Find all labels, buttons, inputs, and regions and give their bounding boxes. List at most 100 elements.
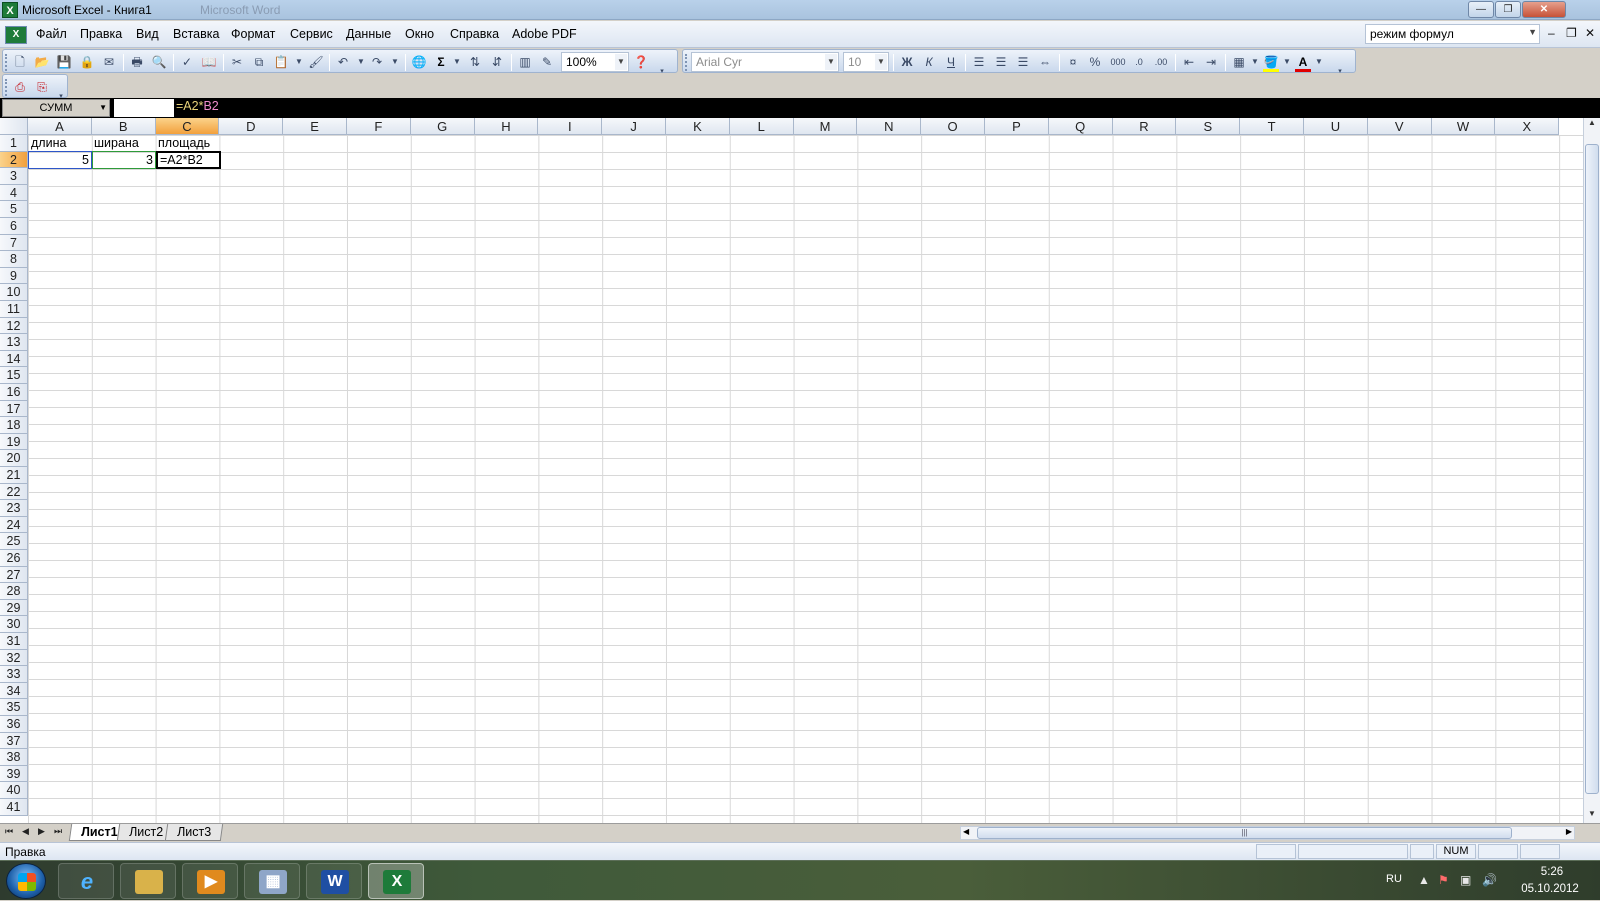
email-icon[interactable]: ✉ [101,54,117,70]
menu-file[interactable]: Файл [36,27,67,41]
scroll-right-icon[interactable]: ▶ [1566,827,1572,836]
merge-center-icon[interactable]: ⇔ [1037,54,1053,70]
last-sheet-icon[interactable]: ⏭ [54,826,62,837]
row-header-18[interactable]: 18 [0,417,28,434]
row-header-8[interactable]: 8 [0,251,28,268]
copy-icon[interactable]: ⧉ [251,54,267,70]
row-header-15[interactable]: 15 [0,367,28,384]
align-left-icon[interactable]: ☰ [971,54,987,70]
column-header-q[interactable]: Q [1048,118,1113,135]
language-indicator[interactable]: RU [1386,873,1402,885]
chevron-down-icon[interactable]: ▼ [1311,54,1327,70]
row-header-22[interactable]: 22 [0,483,28,501]
format-painter-icon[interactable]: 🖌 [308,54,324,70]
clock-date[interactable]: 05.10.2012 [1515,883,1585,895]
row-header-19[interactable]: 19 [0,433,28,451]
row-header-40[interactable]: 40 [0,782,28,799]
column-header-t[interactable]: T [1240,118,1304,135]
cell-c1[interactable]: площадь [156,135,220,152]
column-header-w[interactable]: W [1431,118,1496,135]
row-header-17[interactable]: 17 [0,400,28,418]
row-header-13[interactable]: 13 [0,334,28,351]
column-header-k[interactable]: K [666,118,730,135]
row-header-6[interactable]: 6 [0,218,28,235]
increase-decimal-icon[interactable]: .0 [1131,54,1147,70]
row-header-31[interactable]: 31 [0,633,28,650]
row-header-14[interactable]: 14 [0,350,28,368]
horizontal-scroll-thumb[interactable]: ||| [977,827,1512,839]
row-header-36[interactable]: 36 [0,716,28,733]
row-header-11[interactable]: 11 [0,301,28,318]
zoom-select[interactable]: 100% ▼ [561,52,629,72]
volume-icon[interactable]: 🔊 [1482,873,1497,887]
chevron-down-icon[interactable]: ▼ [1528,27,1537,37]
column-header-n[interactable]: N [857,118,922,135]
decrease-decimal-icon[interactable]: .00 [1153,54,1169,70]
taskbar-word[interactable]: W [306,863,362,899]
row-header-7[interactable]: 7 [0,234,28,252]
scroll-down-icon[interactable]: ▼ [1584,809,1600,823]
scroll-up-icon[interactable]: ▲ [1584,118,1600,132]
row-header-30[interactable]: 30 [0,616,28,633]
row-header-3[interactable]: 3 [0,168,28,185]
clock-time[interactable]: 5:26 [1522,866,1582,878]
select-all-corner[interactable] [0,118,28,135]
scroll-left-icon[interactable]: ◀ [963,827,969,836]
menu-edit[interactable]: Правка [80,27,122,41]
workbook-minimize-button[interactable]: – [1548,26,1555,40]
restore-button[interactable]: ❐ [1495,1,1521,18]
menu-adobe-pdf[interactable]: Adobe PDF [512,27,577,41]
column-header-e[interactable]: E [283,118,347,135]
taskbar-explorer[interactable] [120,863,176,899]
print-preview-icon[interactable]: 🔍 [151,54,167,70]
taskbar-media-player[interactable]: ▶ [182,863,238,899]
chevron-down-icon[interactable]: ▼ [99,100,107,116]
font-color-icon[interactable]: A [1295,54,1311,70]
italic-button[interactable]: К [921,54,937,70]
pdf-email-icon[interactable]: ⎘ [34,79,50,95]
cell-c2-active[interactable]: =A2*B2 [156,151,221,169]
row-header-32[interactable]: 32 [0,649,28,667]
toolbar-options-icon[interactable]: ▾ [1332,64,1348,80]
save-icon[interactable]: 💾 [56,54,72,70]
taskbar-internet-explorer[interactable]: e [58,863,114,899]
drawing-icon[interactable]: ✎ [539,54,555,70]
chevron-down-icon[interactable]: ▼ [875,54,887,70]
convert-to-pdf-icon[interactable]: ⎙ [12,79,28,95]
vertical-scrollbar[interactable]: ▲ ▼ [1583,118,1600,823]
decrease-indent-icon[interactable]: ⇤ [1181,54,1197,70]
row-header-33[interactable]: 33 [0,666,28,683]
row-header-20[interactable]: 20 [0,450,28,467]
row-header-21[interactable]: 21 [0,467,28,484]
close-button[interactable]: ✕ [1522,1,1566,18]
hyperlink-icon[interactable]: 🌐 [411,54,427,70]
column-header-d[interactable]: D [219,118,284,135]
percent-button[interactable]: % [1087,54,1103,70]
row-header-28[interactable]: 28 [0,583,28,600]
workbook-restore-button[interactable]: ❐ [1566,26,1577,40]
menu-window[interactable]: Окно [405,27,434,41]
cut-icon[interactable]: ✂ [229,54,245,70]
row-header-41[interactable]: 41 [0,799,28,816]
toolbar-gripper[interactable] [685,54,688,71]
row-header-16[interactable]: 16 [0,384,28,401]
help-question-box[interactable]: режим формул ▼ [1365,24,1540,44]
start-button[interactable] [6,863,46,899]
column-header-m[interactable]: M [793,118,858,135]
column-header-f[interactable]: F [347,118,411,135]
column-header-l[interactable]: L [729,118,794,135]
print-icon[interactable]: 🖶 [129,54,145,70]
sort-descending-icon[interactable]: ⇵ [489,54,505,70]
redo-icon[interactable]: ↷ [369,54,385,70]
menu-help[interactable]: Справка [450,27,499,41]
prev-sheet-icon[interactable]: ◀ [22,826,29,837]
chevron-down-icon[interactable]: ▼ [1279,54,1295,70]
column-header-o[interactable]: O [921,118,985,135]
chevron-down-icon[interactable]: ▼ [387,54,403,70]
spelling-icon[interactable]: ✓ [179,54,195,70]
workbook-close-button[interactable]: ✕ [1585,26,1595,40]
toolbar-gripper[interactable] [5,54,8,71]
row-header-34[interactable]: 34 [0,682,28,700]
network-icon[interactable]: ▣ [1460,873,1471,887]
row-header-24[interactable]: 24 [0,516,28,534]
